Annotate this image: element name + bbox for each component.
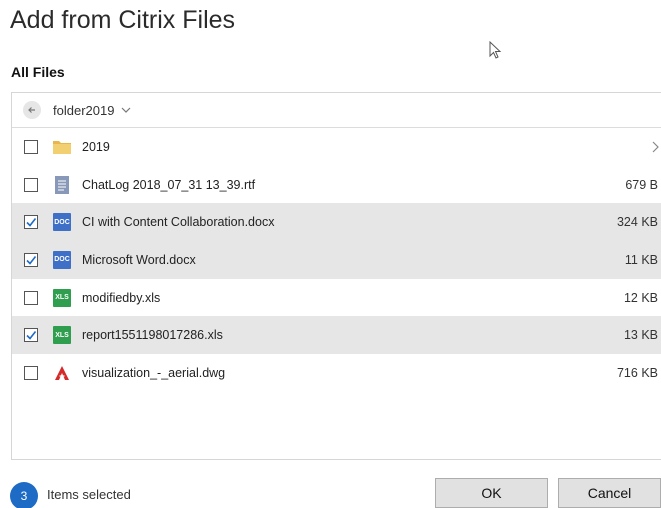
row-checkbox[interactable] bbox=[24, 215, 38, 230]
file-name[interactable]: visualization_-_aerial.dwg bbox=[82, 366, 225, 380]
file-list: 2019 ChatLog 2018_07_31 13_39.rtf 679 B DOC… bbox=[12, 128, 661, 392]
doc-badge: DOC bbox=[53, 213, 71, 232]
row-checkbox[interactable] bbox=[24, 328, 38, 343]
file-name[interactable]: Microsoft Word.docx bbox=[82, 253, 196, 267]
row-checkbox[interactable] bbox=[24, 177, 38, 192]
file-size: 716 KB bbox=[616, 365, 658, 380]
cancel-button[interactable]: Cancel bbox=[558, 478, 661, 508]
breadcrumb-folder[interactable]: folder2019 bbox=[53, 103, 114, 118]
folder-icon bbox=[52, 137, 72, 157]
file-row[interactable]: DOC CI with Content Collaboration.docx 324… bbox=[12, 203, 661, 242]
checkmark-icon bbox=[26, 218, 37, 227]
row-checkbox[interactable] bbox=[24, 290, 38, 305]
xls-badge: XLS bbox=[53, 326, 71, 345]
breadcrumb: folder2019 bbox=[12, 93, 661, 128]
file-row[interactable]: XLS modifiedby.xls 12 KB bbox=[12, 279, 661, 317]
file-name[interactable]: modifiedby.xls bbox=[82, 291, 160, 305]
word-document-icon: DOC bbox=[52, 250, 72, 270]
dialog-title: Add from Citrix Files bbox=[10, 6, 236, 34]
selected-count-label: Items selected bbox=[47, 487, 131, 502]
file-name[interactable]: ChatLog 2018_07_31 13_39.rtf bbox=[82, 178, 255, 192]
ok-button[interactable]: OK bbox=[435, 478, 548, 508]
xls-badge: XLS bbox=[53, 288, 71, 307]
file-size: 12 KB bbox=[623, 290, 658, 305]
row-checkbox[interactable] bbox=[24, 252, 38, 267]
doc-badge: DOC bbox=[53, 250, 71, 269]
excel-spreadsheet-icon: XLS bbox=[52, 288, 72, 308]
excel-spreadsheet-icon: XLS bbox=[52, 325, 72, 345]
file-size: 324 KB bbox=[616, 215, 658, 230]
file-name[interactable]: 2019 bbox=[82, 140, 110, 154]
file-row[interactable]: ChatLog 2018_07_31 13_39.rtf 679 B bbox=[12, 166, 661, 204]
text-document-icon bbox=[52, 175, 72, 195]
checkmark-icon bbox=[26, 255, 37, 265]
word-document-icon: DOC bbox=[52, 212, 72, 232]
file-browser-panel: folder2019 2019 ChatLog 2018_07_31 13_39.… bbox=[11, 92, 661, 460]
file-name[interactable]: report1551198017286.xls bbox=[82, 328, 223, 342]
file-size: 679 B bbox=[625, 177, 658, 192]
selected-count-badge: 3 bbox=[10, 482, 38, 508]
file-row[interactable]: visualization_-_aerial.dwg 716 KB bbox=[12, 354, 661, 392]
file-name[interactable]: CI with Content Collaboration.docx bbox=[82, 215, 274, 229]
file-row[interactable]: XLS report1551198017286.xls 13 KB bbox=[12, 316, 661, 355]
chevron-right-icon[interactable] bbox=[650, 140, 660, 154]
chevron-down-icon[interactable] bbox=[120, 104, 132, 116]
mouse-pointer-icon bbox=[489, 41, 502, 59]
row-checkbox[interactable] bbox=[24, 139, 38, 154]
autocad-drawing-icon bbox=[52, 363, 72, 383]
checkmark-icon bbox=[26, 331, 37, 340]
file-row[interactable]: DOC Microsoft Word.docx 11 KB bbox=[12, 241, 661, 279]
back-button[interactable] bbox=[23, 101, 41, 119]
section-title: All Files bbox=[11, 64, 65, 80]
row-checkbox[interactable] bbox=[24, 365, 38, 380]
folder-row[interactable]: 2019 bbox=[12, 128, 661, 166]
arrow-left-icon bbox=[28, 107, 35, 113]
file-size: 13 KB bbox=[623, 328, 658, 343]
file-size: 11 KB bbox=[624, 252, 658, 267]
